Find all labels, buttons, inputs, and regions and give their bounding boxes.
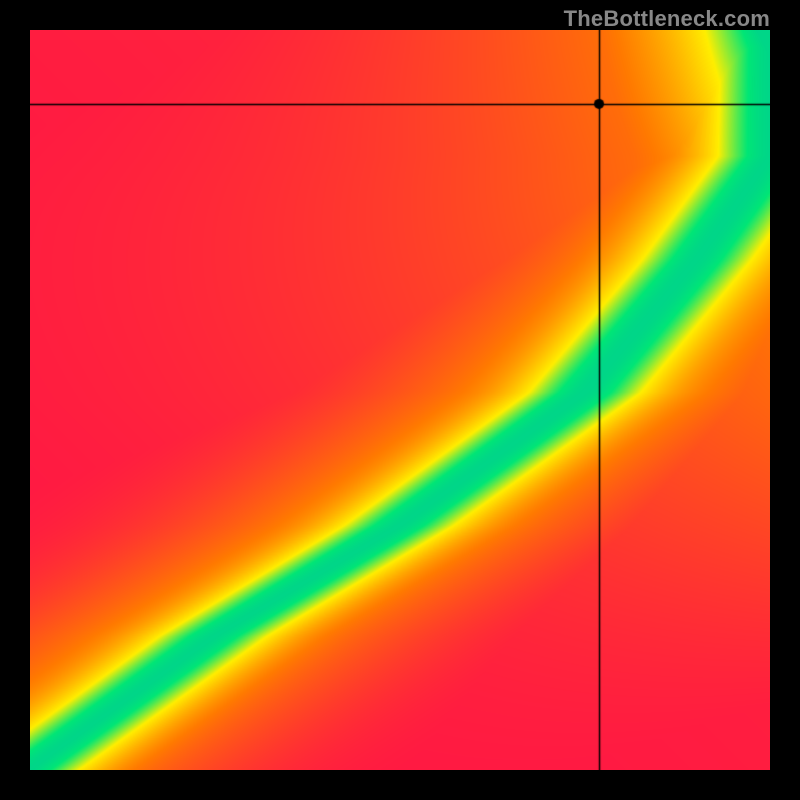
watermark-text: TheBottleneck.com: [564, 6, 770, 32]
heatmap-plot: [30, 30, 770, 770]
chart-container: TheBottleneck.com: [0, 0, 800, 800]
heatmap-canvas: [30, 30, 770, 770]
